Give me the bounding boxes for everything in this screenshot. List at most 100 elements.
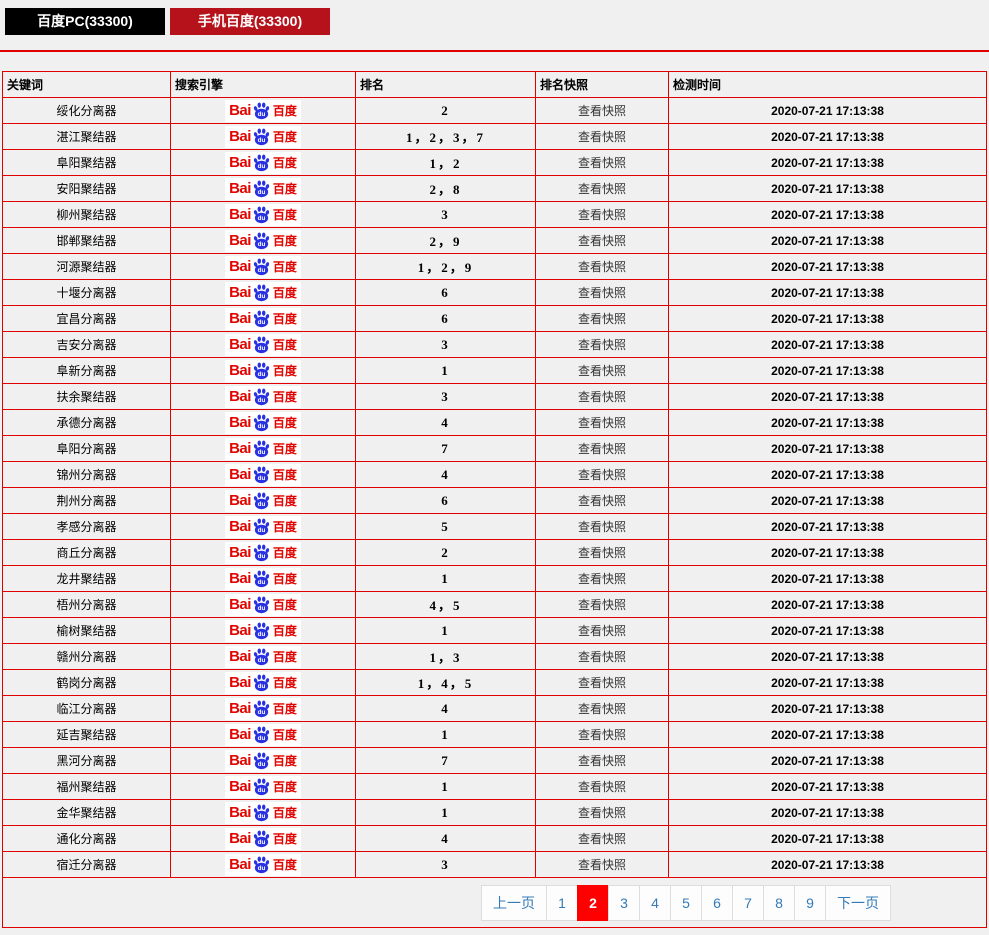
rank-cell: 1 — [355, 773, 536, 800]
baidu-logo-cn: 百度 — [272, 494, 297, 508]
pagination-page-3[interactable]: 3 — [608, 884, 640, 921]
baidu-logo-cn: 百度 — [272, 338, 297, 352]
snapshot-link[interactable]: 查看快照 — [578, 728, 626, 742]
rank-cell: 2，9 — [355, 227, 536, 254]
table-row: 金华聚结器 Bai du 百度 1 查看快照 2020-07-21 17:13:… — [2, 799, 987, 826]
snapshot-link[interactable]: 查看快照 — [578, 520, 626, 534]
snapshot-link[interactable]: 查看快照 — [578, 546, 626, 560]
engine-cell: Bai du 百度 — [170, 513, 356, 540]
baidu-paw-du: du — [258, 501, 266, 508]
pagination-page-5[interactable]: 5 — [670, 884, 702, 921]
baidu-logo-bai: Bai — [229, 440, 251, 457]
snapshot-link[interactable]: 查看快照 — [578, 208, 626, 222]
baidu-paw-icon: du — [253, 830, 270, 848]
pagination-page-8[interactable]: 8 — [763, 884, 795, 921]
baidu-paw-du: du — [258, 397, 266, 404]
tab-bar: 百度PC(33300) 手机百度(33300) — [0, 0, 989, 35]
snapshot-cell: 查看快照 — [535, 227, 669, 254]
table-row: 绥化分离器 Bai du 百度 2 查看快照 2020-07-21 17:13:… — [2, 97, 987, 124]
snapshot-link[interactable]: 查看快照 — [578, 650, 626, 664]
pagination-page-4[interactable]: 4 — [639, 884, 671, 921]
snapshot-link[interactable]: 查看快照 — [578, 130, 626, 144]
rank-cell: 1，2，3，7 — [355, 123, 536, 150]
tab-baidu-pc[interactable]: 百度PC(33300) — [5, 8, 165, 35]
time-cell: 2020-07-21 17:13:38 — [668, 305, 987, 332]
time-cell: 2020-07-21 17:13:38 — [668, 227, 987, 254]
baidu-logo: Bai du 百度 — [225, 333, 301, 356]
engine-cell: Bai du 百度 — [170, 175, 356, 202]
baidu-logo-bai: Bai — [229, 388, 251, 405]
pagination-page-9[interactable]: 9 — [794, 884, 826, 921]
snapshot-link[interactable]: 查看快照 — [578, 676, 626, 690]
tab-baidu-mobile[interactable]: 手机百度(33300) — [170, 8, 330, 35]
snapshot-link[interactable]: 查看快照 — [578, 832, 626, 846]
rank-cell: 1 — [355, 565, 536, 592]
pagination-prev[interactable]: 上一页 — [481, 884, 547, 921]
baidu-logo-bai: Bai — [229, 830, 251, 847]
keyword-cell: 梧州分离器 — [2, 591, 171, 618]
rank-cell: 7 — [355, 435, 536, 462]
baidu-logo: Bai du 百度 — [225, 671, 301, 694]
snapshot-link[interactable]: 查看快照 — [578, 156, 626, 170]
snapshot-link[interactable]: 查看快照 — [578, 182, 626, 196]
snapshot-cell: 查看快照 — [535, 279, 669, 306]
keyword-cell: 孝感分离器 — [2, 513, 171, 540]
time-cell: 2020-07-21 17:13:38 — [668, 487, 987, 514]
snapshot-link[interactable]: 查看快照 — [578, 312, 626, 326]
rank-cell: 4 — [355, 409, 536, 436]
engine-cell: Bai du 百度 — [170, 721, 356, 748]
baidu-paw-icon: du — [253, 596, 270, 614]
baidu-logo-cn: 百度 — [272, 546, 297, 560]
table-row: 榆树聚结器 Bai du 百度 1 查看快照 2020-07-21 17:13:… — [2, 617, 987, 644]
time-cell: 2020-07-21 17:13:38 — [668, 669, 987, 696]
snapshot-cell: 查看快照 — [535, 669, 669, 696]
snapshot-link[interactable]: 查看快照 — [578, 702, 626, 716]
snapshot-link[interactable]: 查看快照 — [578, 780, 626, 794]
table-row: 孝感分离器 Bai du 百度 5 查看快照 2020-07-21 17:13:… — [2, 513, 987, 540]
baidu-logo: Bai du 百度 — [225, 307, 301, 330]
pagination-page-6[interactable]: 6 — [701, 884, 733, 921]
engine-cell: Bai du 百度 — [170, 669, 356, 696]
snapshot-link[interactable]: 查看快照 — [578, 494, 626, 508]
snapshot-link[interactable]: 查看快照 — [578, 234, 626, 248]
baidu-paw-du: du — [258, 605, 266, 612]
snapshot-link[interactable]: 查看快照 — [578, 572, 626, 586]
time-cell: 2020-07-21 17:13:38 — [668, 591, 987, 618]
pagination-page-7[interactable]: 7 — [732, 884, 764, 921]
snapshot-link[interactable]: 查看快照 — [578, 754, 626, 768]
baidu-logo: Bai du 百度 — [225, 385, 301, 408]
snapshot-link[interactable]: 查看快照 — [578, 468, 626, 482]
snapshot-link[interactable]: 查看快照 — [578, 390, 626, 404]
snapshot-cell: 查看快照 — [535, 149, 669, 176]
time-cell: 2020-07-21 17:13:38 — [668, 747, 987, 774]
baidu-logo-cn: 百度 — [272, 728, 297, 742]
header-check-time: 检测时间 — [668, 71, 987, 98]
snapshot-link[interactable]: 查看快照 — [578, 624, 626, 638]
snapshot-link[interactable]: 查看快照 — [578, 260, 626, 274]
pagination-page-2[interactable]: 2 — [577, 884, 609, 921]
keyword-cell: 鹤岗分离器 — [2, 669, 171, 696]
pagination-page-1[interactable]: 1 — [546, 884, 578, 921]
baidu-paw-du: du — [258, 735, 266, 742]
snapshot-link[interactable]: 查看快照 — [578, 286, 626, 300]
snapshot-link[interactable]: 查看快照 — [578, 338, 626, 352]
keyword-cell: 赣州分离器 — [2, 643, 171, 670]
snapshot-link[interactable]: 查看快照 — [578, 416, 626, 430]
snapshot-link[interactable]: 查看快照 — [578, 598, 626, 612]
rank-cell: 2 — [355, 539, 536, 566]
snapshot-link[interactable]: 查看快照 — [578, 104, 626, 118]
snapshot-link[interactable]: 查看快照 — [578, 442, 626, 456]
baidu-logo-bai: Bai — [229, 232, 251, 249]
baidu-logo-bai: Bai — [229, 700, 251, 717]
baidu-logo-bai: Bai — [229, 336, 251, 353]
pagination-next[interactable]: 下一页 — [825, 884, 891, 921]
snapshot-link[interactable]: 查看快照 — [578, 806, 626, 820]
keyword-cell: 临江分离器 — [2, 695, 171, 722]
time-cell: 2020-07-21 17:13:38 — [668, 201, 987, 228]
snapshot-link[interactable]: 查看快照 — [578, 858, 626, 872]
rank-cell: 2，8 — [355, 175, 536, 202]
table-row: 扶余聚结器 Bai du 百度 3 查看快照 2020-07-21 17:13:… — [2, 383, 987, 410]
baidu-logo-cn: 百度 — [272, 156, 297, 170]
snapshot-link[interactable]: 查看快照 — [578, 364, 626, 378]
rank-cell: 7 — [355, 747, 536, 774]
